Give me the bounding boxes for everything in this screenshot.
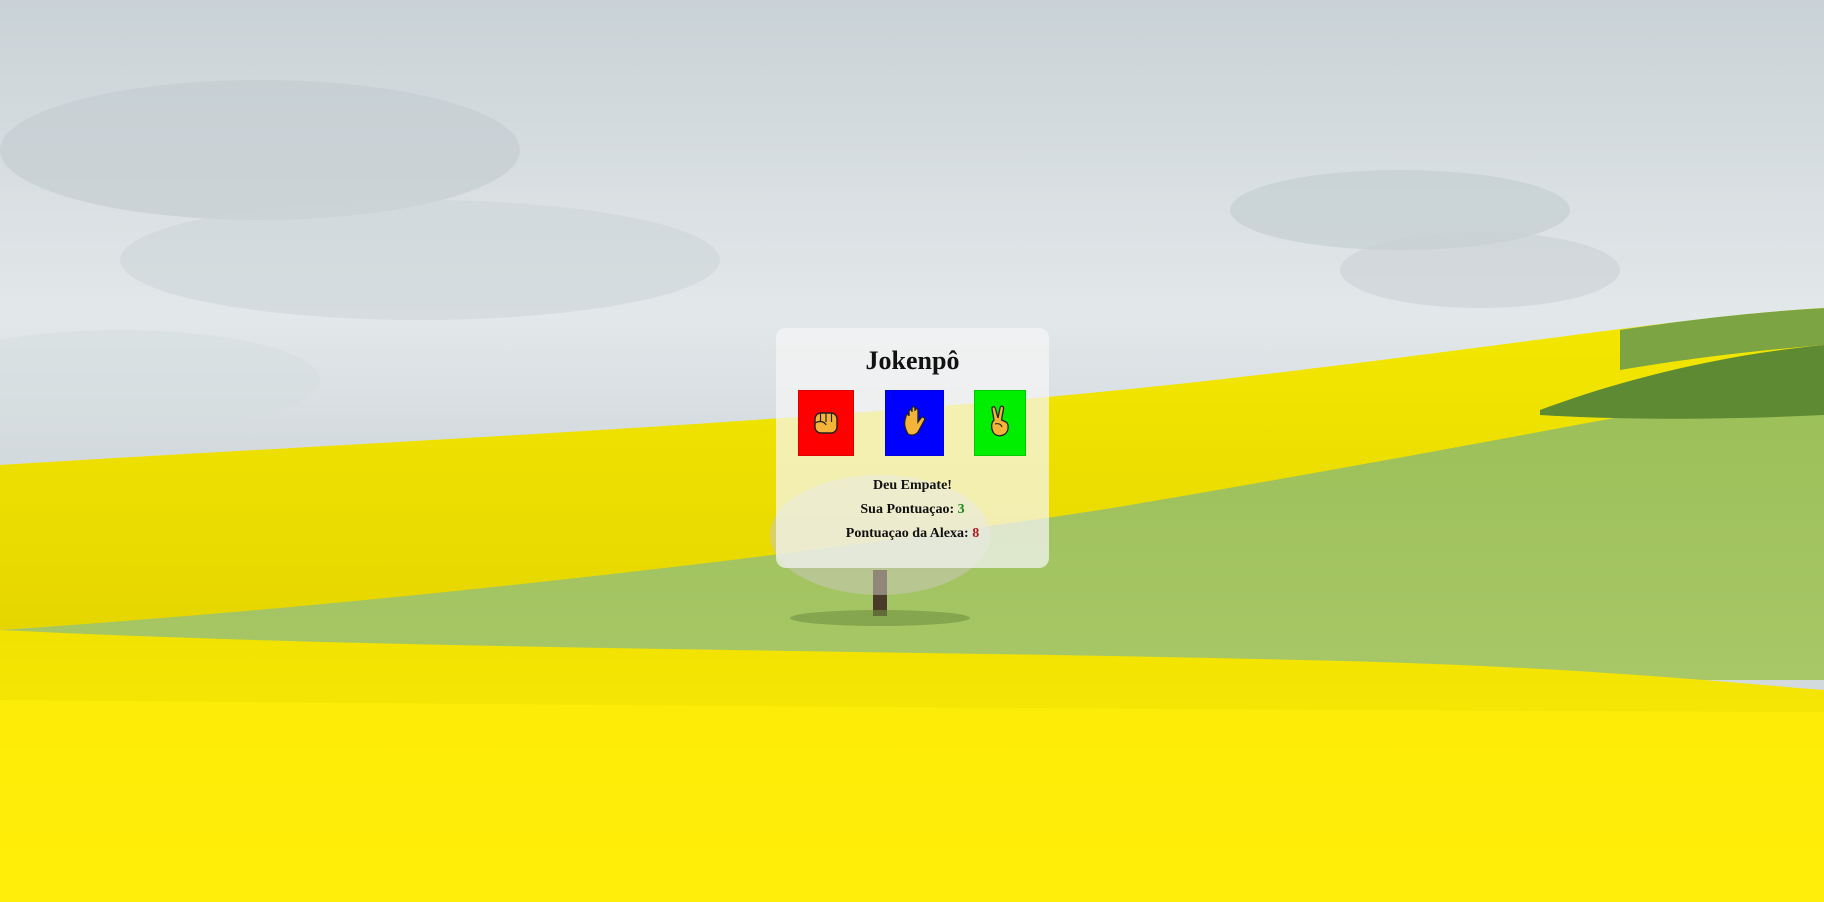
fist-icon	[811, 404, 841, 443]
rock-button[interactable]	[798, 390, 854, 456]
alexa-score-line: Pontuaçao da Alexa: 8	[776, 522, 1049, 546]
choice-buttons	[776, 390, 1049, 458]
game-card: Jokenpô Deu Empate! Sua Pontuaçao: 3 Pon…	[776, 328, 1049, 568]
open-hand-icon	[900, 404, 930, 443]
alexa-score-value: 8	[972, 526, 980, 541]
result-text: Deu Empate!	[873, 478, 952, 493]
game-title: Jokenpô	[865, 346, 960, 375]
background-scene: Jokenpô Deu Empate! Sua Pontuaçao: 3 Pon…	[0, 0, 1824, 902]
victory-hand-icon	[985, 404, 1015, 443]
paper-button[interactable]	[885, 390, 944, 456]
scissors-button[interactable]	[974, 390, 1026, 456]
user-score-line: Sua Pontuaçao: 3	[776, 498, 1049, 522]
game-status: Deu Empate! Sua Pontuaçao: 3 Pontuaçao d…	[776, 474, 1049, 546]
alexa-score-label: Pontuaçao da Alexa:	[845, 526, 969, 541]
user-score-label: Sua Pontuaçao:	[860, 502, 955, 517]
user-score-value: 3	[957, 502, 965, 517]
